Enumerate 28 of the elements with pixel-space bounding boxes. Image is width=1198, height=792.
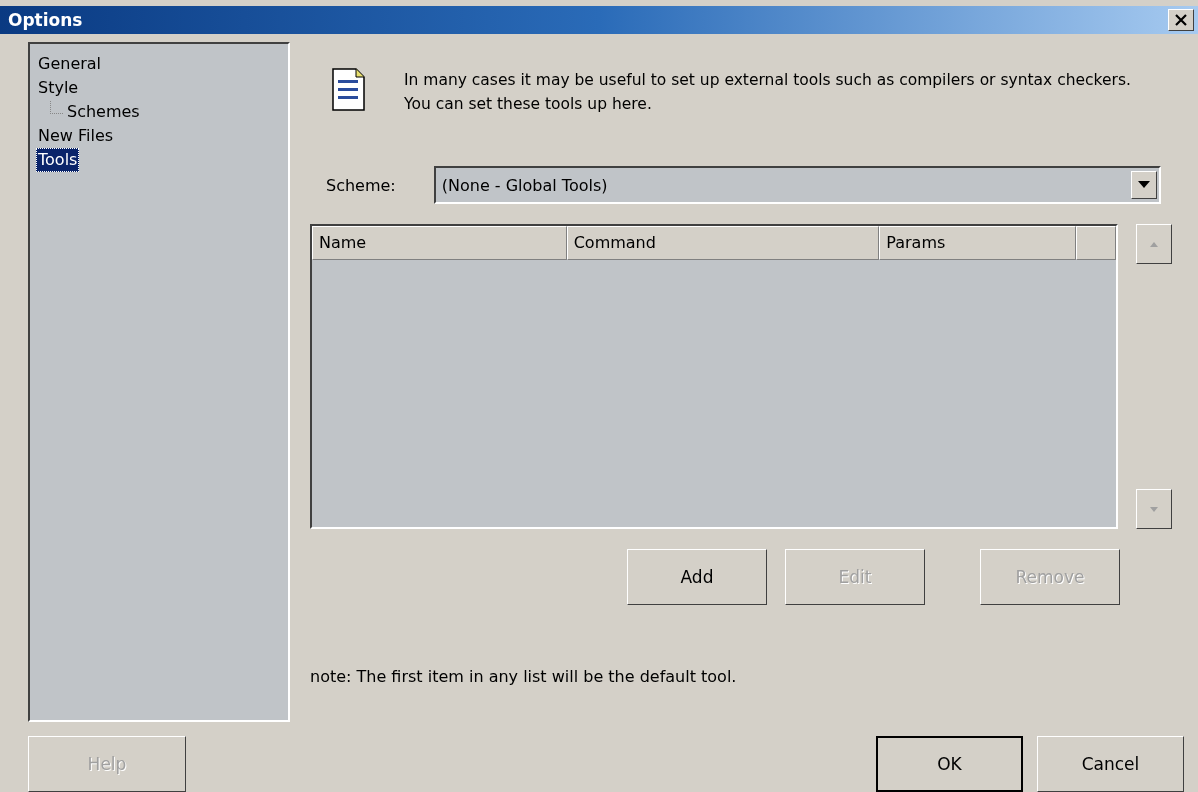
scheme-label: Scheme: [326, 175, 396, 195]
dropdown-button[interactable] [1130, 171, 1157, 199]
tree-item[interactable]: General [36, 52, 104, 76]
tools-list[interactable]: Name Command Params [310, 224, 1118, 529]
tree-item[interactable]: Tools [36, 148, 80, 172]
tree-item[interactable]: Style [36, 76, 81, 100]
column-header[interactable]: Name [312, 226, 567, 260]
column-header-filler [1076, 226, 1116, 260]
tree-item[interactable]: New Files [36, 124, 116, 148]
move-down-button[interactable] [1136, 489, 1172, 529]
list-button[interactable]: Add [627, 549, 767, 605]
column-header[interactable]: Params [879, 226, 1076, 260]
close-button[interactable] [1168, 9, 1194, 31]
close-icon [1174, 13, 1188, 27]
scheme-value: (None - Global Tools) [441, 175, 608, 195]
move-up-button[interactable] [1136, 224, 1172, 264]
dialog-button[interactable]: OK [876, 736, 1023, 792]
note-text: note: The first item in any list will be the default tool. [310, 667, 738, 686]
dialog-button[interactable]: Cancel [1037, 736, 1184, 792]
down-arrow-icon [1150, 506, 1158, 512]
caret-icon [1137, 181, 1150, 189]
column-header[interactable]: Command [566, 226, 880, 260]
up-arrow-icon [1150, 241, 1158, 247]
window-title: Options [8, 10, 83, 30]
description-text: In many cases it may be useful to set up external tools such as compilers or syntax checkers. You can set these tools up here. [404, 70, 1132, 115]
document-icon [332, 68, 366, 112]
tree-item[interactable]: Schemes [65, 100, 142, 124]
scheme-dropdown[interactable]: (None - Global Tools) [433, 166, 1161, 204]
